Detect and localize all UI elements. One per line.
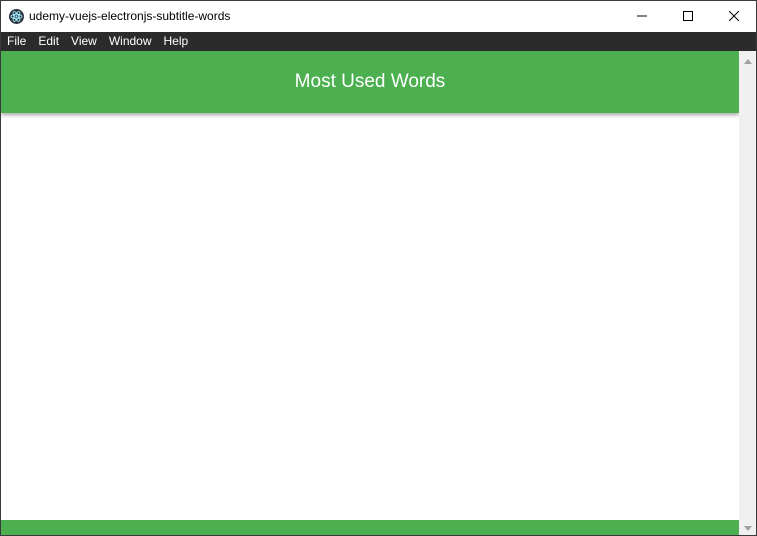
menu-view[interactable]: View [65,32,103,51]
minimize-icon [637,8,647,26]
close-icon [728,8,740,26]
close-button[interactable] [711,1,756,32]
chevron-down-icon [743,518,752,536]
electron-icon [9,9,24,24]
scroll-down-button[interactable] [739,518,756,535]
app-header: Most Used Words [1,51,739,113]
scroll-up-button[interactable] [739,51,756,68]
title-bar[interactable]: udemy-vuejs-electronjs-subtitle-words [1,1,756,32]
minimize-button[interactable] [619,1,665,32]
vertical-scrollbar[interactable] [739,51,756,535]
menu-file[interactable]: File [1,32,32,51]
app-footer [1,520,739,535]
app-window: udemy-vuejs-electronjs-subtitle-words Fi… [0,0,757,536]
window-title: udemy-vuejs-electronjs-subtitle-words [29,9,231,23]
menu-window[interactable]: Window [103,32,158,51]
chevron-up-icon [743,51,752,69]
page-title: Most Used Words [294,71,446,92]
menu-edit[interactable]: Edit [32,32,65,51]
main-content: Most Used Words [1,51,739,535]
maximize-icon [683,8,693,26]
menu-help[interactable]: Help [158,32,195,51]
maximize-button[interactable] [665,1,711,32]
menu-bar: File Edit View Window Help [1,32,756,51]
